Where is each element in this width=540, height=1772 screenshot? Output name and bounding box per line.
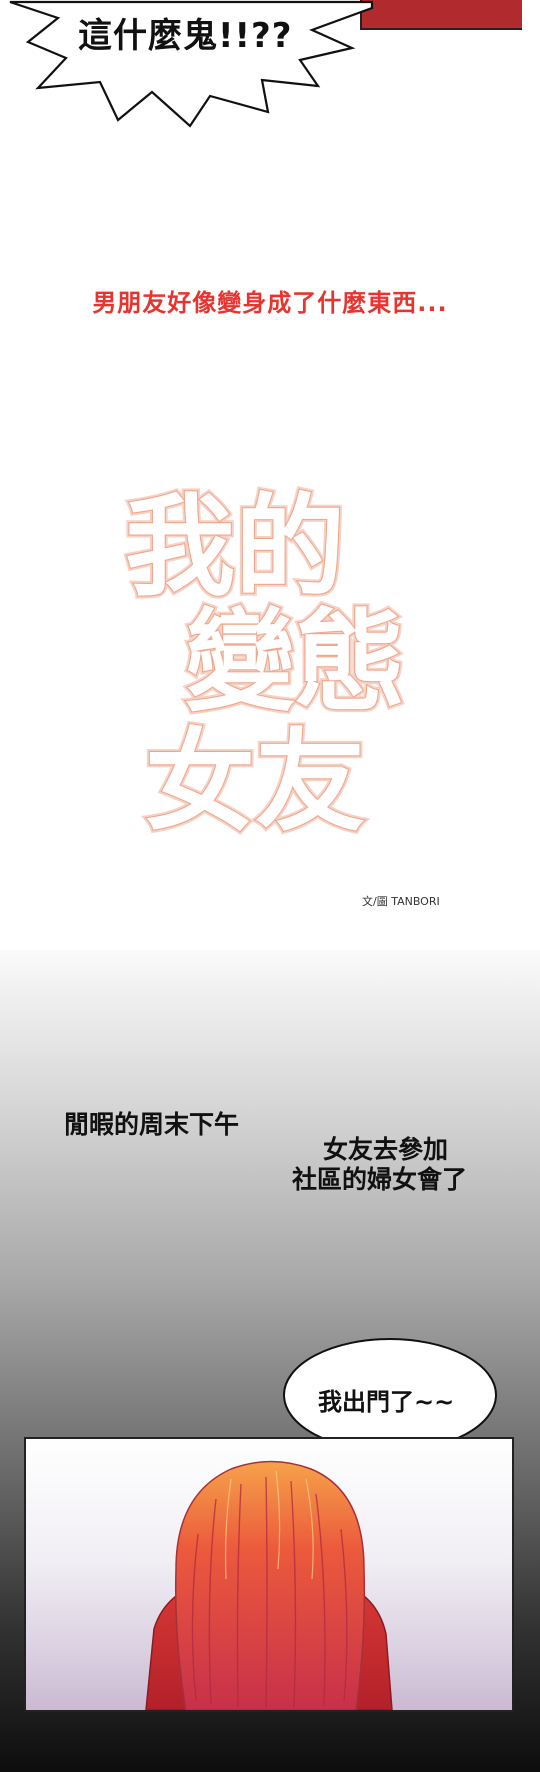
speech-text: 我出門了~~ (318, 1388, 455, 1416)
author-credit: 文/圖 TANBORI (362, 895, 440, 908)
logo-line-1: 我的 (125, 485, 345, 611)
caption-afternoon: 閒暇的周末下午 (64, 1110, 240, 1139)
caption-girlfriend-line-2: 社區的婦女會了 (292, 1165, 468, 1194)
top-panel: 這什麼鬼!!?? (0, 0, 540, 130)
red-hair (174, 1460, 366, 1710)
shout-text: 這什麼鬼!!?? (78, 16, 293, 56)
red-panel-corner (360, 0, 522, 30)
illustration-panel (24, 1437, 514, 1712)
logo-line-2: 變態 (185, 597, 405, 726)
teaser-text: 男朋友好像變身成了什麼東西... (92, 289, 448, 317)
logo-line-3: 女友 (145, 717, 365, 846)
title-logo: 我的 我的 變態 變態 女友 女友 (122, 485, 408, 849)
girl-back-illustration (145, 1460, 393, 1710)
